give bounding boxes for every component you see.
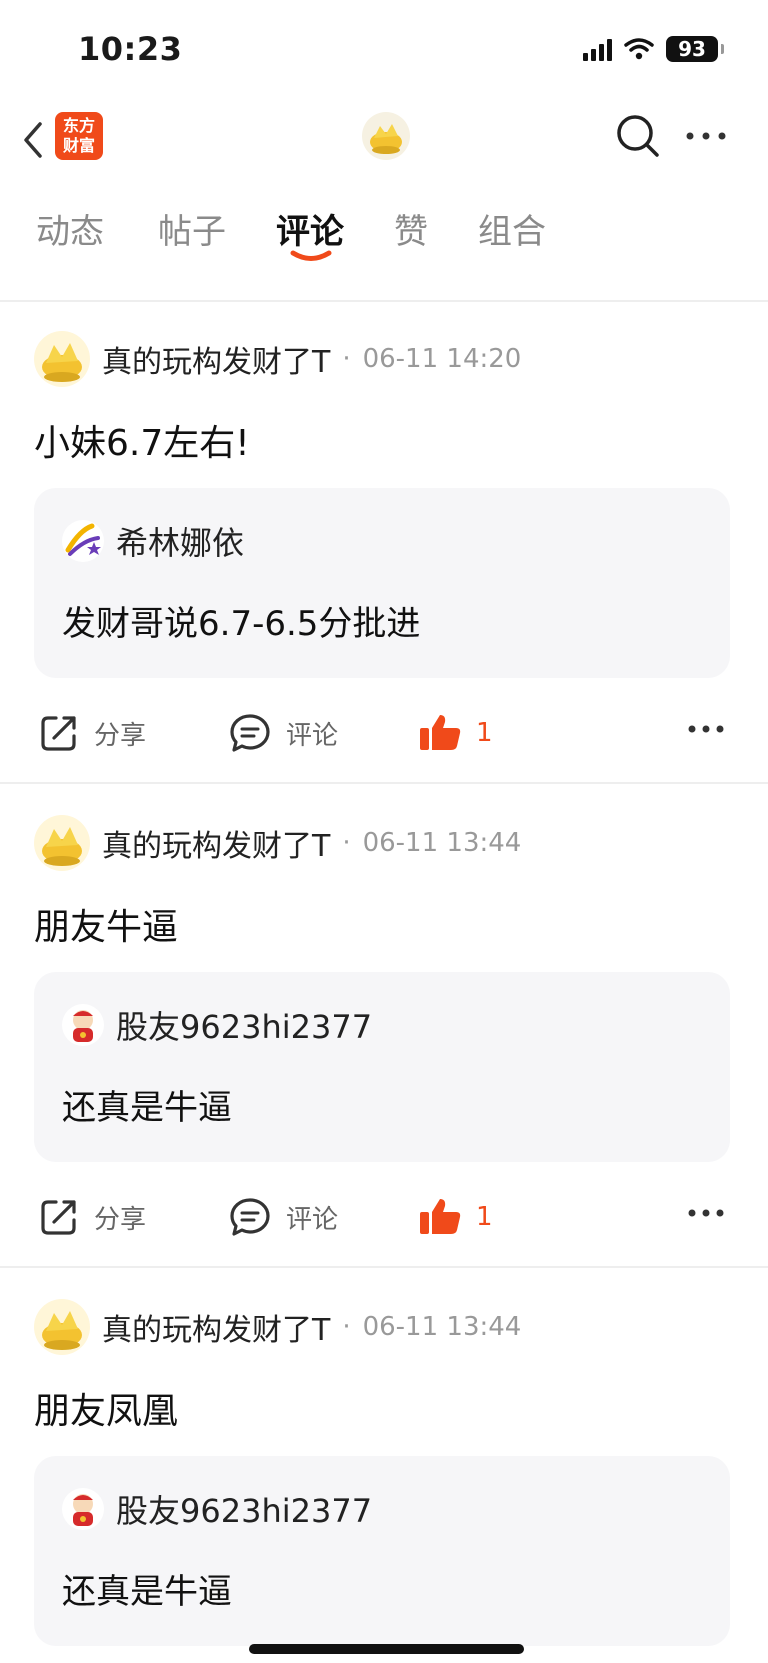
author-name[interactable]: 真的玩构发财了T [102,337,330,381]
brand-logo-line1: 东方 [62,116,95,135]
comment-label: 评论 [286,720,339,751]
quoted-author[interactable]: 希林娜依 [116,518,244,564]
comment-text[interactable]: 朋友凤凰 [34,1382,178,1434]
quoted-comment[interactable]: 股友9623hi2377 还真是牛逼 [34,1456,730,1646]
active-tab-indicator [290,250,332,261]
share-label: 分享 [94,720,147,751]
status-time: 10:23 [78,30,183,68]
share-button[interactable]: 分享 [38,1196,146,1238]
post-header: 真的玩构发财了T · 06-11 14:20 [34,330,521,388]
brand-logo-line2: 财富 [62,136,95,155]
meta-separator: · [342,344,351,374]
post-header: 真的玩构发财了T · 06-11 13:44 [34,1298,521,1356]
meta-separator: · [342,828,351,858]
home-indicator[interactable] [249,1644,524,1654]
quoted-comment[interactable]: 希林娜依 发财哥说6.7-6.5分批进 [34,488,730,678]
battery-indicator: 93 [666,36,724,62]
gold-bull-icon [42,1311,82,1350]
tab-zuhe[interactable]: 组合 [478,204,546,253]
tab-zan[interactable]: 赞 [394,204,428,253]
like-button[interactable]: 1 [418,1196,493,1238]
comment-card: 真的玩构发财了T · 06-11 14:20 小妹6.7左右! 希林娜依 发财哥… [0,302,768,782]
action-bar: 分享 评论 1 [0,698,768,770]
comment-icon [230,1198,270,1236]
wifi-icon [624,38,654,60]
post-divider [0,782,768,784]
back-icon[interactable] [18,120,50,160]
post-time: 06-11 13:44 [362,1312,522,1342]
quoted-text: 发财哥说6.7-6.5分批进 [62,604,421,644]
share-button[interactable]: 分享 [38,712,146,754]
quoted-header: 股友9623hi2377 [62,1002,372,1048]
comment-icon [230,714,270,752]
post-time: 06-11 14:20 [362,344,522,374]
profile-avatar[interactable] [362,112,410,160]
comment-button[interactable]: 评论 [228,1196,338,1238]
comment-button[interactable]: 评论 [228,712,338,754]
post-time: 06-11 13:44 [362,828,522,858]
mascot-icon [62,1488,104,1530]
more-icon[interactable] [682,118,730,154]
like-count: 1 [476,718,493,748]
quoted-author[interactable]: 股友9623hi2377 [116,1486,372,1532]
thumbs-up-icon [420,715,461,750]
tab-pinglun[interactable]: 评论 [276,204,344,253]
profile-tabs: 动态 帖子 评论 赞 组合 [0,190,768,270]
search-icon[interactable] [614,112,662,160]
action-bar: 分享 评论 1 [0,1182,768,1254]
tab-dongtai[interactable]: 动态 [36,204,104,253]
comment-text[interactable]: 小妹6.7左右! [34,414,250,466]
gold-bull-icon [370,124,402,154]
share-label: 分享 [94,1204,147,1235]
share-icon [41,716,76,751]
comment-label: 评论 [286,1204,339,1235]
quoted-text: 还真是牛逼 [62,1572,232,1612]
meta-separator: · [342,1312,351,1342]
like-button[interactable]: 1 [418,712,493,754]
quoted-header: 股友9623hi2377 [62,1486,372,1532]
comment-text[interactable]: 朋友牛逼 [34,898,178,950]
more-options-icon[interactable] [686,722,726,736]
star-logo-icon [62,520,104,562]
share-icon [41,1200,76,1235]
author-avatar[interactable] [34,1299,90,1355]
gold-bull-icon [42,343,82,382]
comment-card: 真的玩构发财了T · 06-11 13:44 朋友牛逼 股友9623hi2377… [0,786,768,1266]
mascot-icon [62,1004,104,1046]
comment-card: 真的玩构发财了T · 06-11 13:44 朋友凤凰 股友9623hi2377… [0,1270,768,1663]
signal-icon [583,37,612,61]
author-avatar[interactable] [34,331,90,387]
status-bar: 10:23 93 [0,0,768,100]
post-divider [0,1266,768,1268]
quoted-comment[interactable]: 股友9623hi2377 还真是牛逼 [34,972,730,1162]
gold-bull-icon [42,827,82,866]
quoted-text: 还真是牛逼 [62,1088,232,1128]
author-avatar[interactable] [34,815,90,871]
post-header: 真的玩构发财了T · 06-11 13:44 [34,814,521,872]
thumbs-up-icon [420,1199,461,1234]
author-name[interactable]: 真的玩构发财了T [102,1305,330,1349]
like-count: 1 [476,1202,493,1232]
more-options-icon[interactable] [686,1206,726,1220]
brand-logo[interactable]: 东方 财富 [55,112,103,160]
tab-tiezi[interactable]: 帖子 [158,204,226,253]
quoted-author[interactable]: 股友9623hi2377 [116,1002,372,1048]
author-name[interactable]: 真的玩构发财了T [102,821,330,865]
quoted-header: 希林娜依 [62,518,244,564]
status-icons: 93 [583,36,724,62]
